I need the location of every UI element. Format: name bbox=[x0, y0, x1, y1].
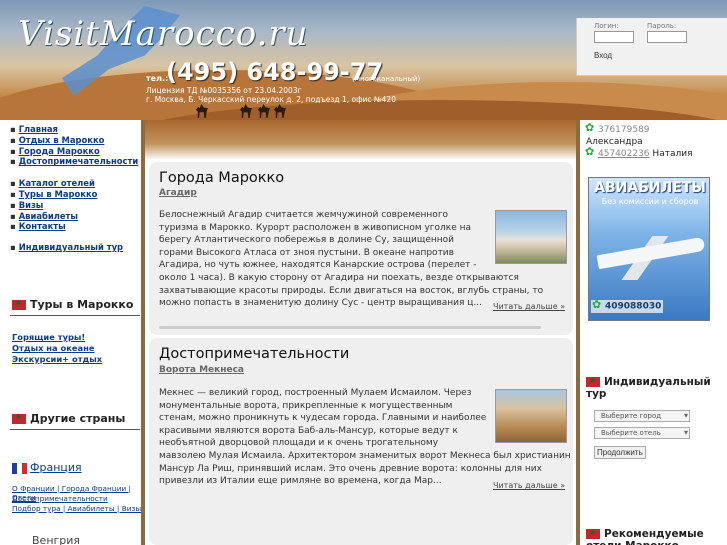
icq-contacts: 376179589 Александра 457402236 Наталия bbox=[585, 122, 692, 160]
continue-button[interactable]: Продолжить bbox=[594, 446, 646, 459]
france-links-3[interactable]: Подбор тура | Авиабилеты | Визы bbox=[12, 504, 141, 513]
nav-item-tours[interactable]: ▪ Туры в Марокко bbox=[10, 189, 134, 200]
city-select[interactable]: Выберите город bbox=[594, 410, 690, 422]
password-label: Пароль: bbox=[647, 22, 677, 30]
article-title-link[interactable]: Агадир bbox=[159, 188, 197, 198]
nav-item-vacation[interactable]: ▪ Отдых в Марокко bbox=[10, 135, 134, 146]
article-text: Мекнес — великий город, построенный Мула… bbox=[159, 388, 571, 487]
article-divider bbox=[159, 326, 541, 329]
ocean-vacation-link[interactable]: Отдых на океане bbox=[12, 343, 94, 353]
nav-item-hotels[interactable]: ▪ Каталог отелей bbox=[10, 178, 134, 189]
morocco-flag-icon bbox=[586, 527, 600, 539]
icq-flower-icon bbox=[585, 146, 596, 159]
main-content: Города Марокко Агадир Белоснежный Агадир… bbox=[145, 120, 576, 545]
individual-tour-title: Индивидуальный тур bbox=[586, 375, 727, 400]
article-panel-cities: Города Марокко Агадир Белоснежный Агадир… bbox=[149, 162, 573, 335]
read-more-link[interactable]: Читать дальше » bbox=[493, 481, 565, 490]
phone-number: (495) 648-99-77 bbox=[166, 58, 384, 86]
article-title-link[interactable]: Ворота Мекнеса bbox=[159, 365, 244, 375]
header-fade bbox=[145, 120, 576, 160]
nav-item-sights[interactable]: ▪ Достопримечательности bbox=[10, 156, 138, 167]
login-input[interactable] bbox=[594, 31, 634, 43]
excursions-link[interactable]: Экскурсии+ отдых bbox=[12, 354, 102, 364]
icq-flower-icon bbox=[585, 122, 596, 135]
tours-section-title: Туры в Марокко bbox=[12, 298, 133, 311]
france-flag-icon bbox=[12, 462, 27, 474]
section-divider bbox=[10, 315, 140, 316]
address-text: г. Москва, Б. Черкасский переулок д. 2, … bbox=[146, 95, 396, 104]
login-button[interactable]: Вход bbox=[594, 51, 612, 60]
morocco-flag-icon bbox=[586, 375, 600, 387]
hot-tours-link[interactable]: Горящие туры! bbox=[12, 332, 85, 342]
nav-item-cities[interactable]: ▪ Города Марокко bbox=[10, 146, 134, 157]
banner-icq: 409088030 bbox=[591, 298, 664, 313]
contact-name: Александра bbox=[586, 137, 643, 147]
nav-item-flights[interactable]: ▪ Авиабилеты bbox=[10, 211, 134, 222]
phone-note: (многоканальный) bbox=[352, 75, 421, 83]
nav-item-visas[interactable]: ▪ Визы bbox=[10, 200, 134, 211]
left-sidebar: ▪ Главная ▪ Отдых в Марокко ▪ Города Марокк… bbox=[0, 120, 145, 545]
nav-item-home[interactable]: ▪ Главная bbox=[10, 124, 134, 135]
login-label: Логин: bbox=[594, 22, 619, 30]
section-heading: Достопримечательности bbox=[159, 346, 350, 362]
banner-subtitle: Без комиссии и сборов bbox=[601, 197, 699, 206]
article-panel-sights: Достопримечательности Ворота Мекнеса Мек… bbox=[149, 338, 573, 545]
icq-contact[interactable]: 376179589 bbox=[585, 122, 692, 136]
icq-flower-icon bbox=[592, 298, 603, 311]
site-logo[interactable]: VisitMarocco.ru bbox=[18, 14, 309, 54]
other-countries-title: Другие страны bbox=[12, 412, 125, 425]
section-heading: Города Марокко bbox=[159, 170, 285, 186]
nav-item-individual-tour[interactable]: ▪ Индивидуальный тур bbox=[10, 242, 134, 253]
section-divider bbox=[10, 429, 140, 430]
icq-contact[interactable]: 457402236 Наталия bbox=[585, 146, 692, 160]
license-text: Лицензия ТД №0035356 от 23.04.2003г bbox=[146, 86, 302, 95]
read-more-link[interactable]: Читать дальше » bbox=[493, 302, 565, 311]
france-links-2[interactable]: Достопримечательности bbox=[12, 494, 108, 503]
main-nav: ▪ Главная ▪ Отдых в Марокко ▪ Города Марокк… bbox=[10, 124, 138, 253]
nav-item-contacts[interactable]: ▪ Контакты bbox=[10, 221, 134, 232]
flights-banner[interactable]: АВИАБИЛЕТЫ Без комиссии и сборов 4090880… bbox=[588, 177, 710, 321]
recommended-hotels-title: Рекомендуемые отели Марокко bbox=[586, 527, 727, 545]
article-text: Белоснежный Агадир считается жемчужиной … bbox=[159, 210, 544, 309]
morocco-flag-icon bbox=[12, 298, 26, 310]
hotel-select[interactable]: Выберите отель bbox=[594, 427, 690, 439]
morocco-flag-icon bbox=[12, 412, 26, 424]
nav-spacer bbox=[10, 232, 134, 242]
france-heading[interactable]: Франция bbox=[12, 461, 82, 474]
right-sidebar: 376179589 Александра 457402236 Наталия А… bbox=[576, 120, 727, 545]
phone-prefix: тел.: bbox=[146, 74, 169, 83]
password-input[interactable] bbox=[647, 31, 687, 43]
hungary-heading[interactable]: Венгрия bbox=[32, 534, 80, 545]
banner-title: АВИАБИЛЕТЫ bbox=[594, 180, 706, 196]
login-panel: Логин: Пароль: Вход bbox=[576, 18, 727, 76]
